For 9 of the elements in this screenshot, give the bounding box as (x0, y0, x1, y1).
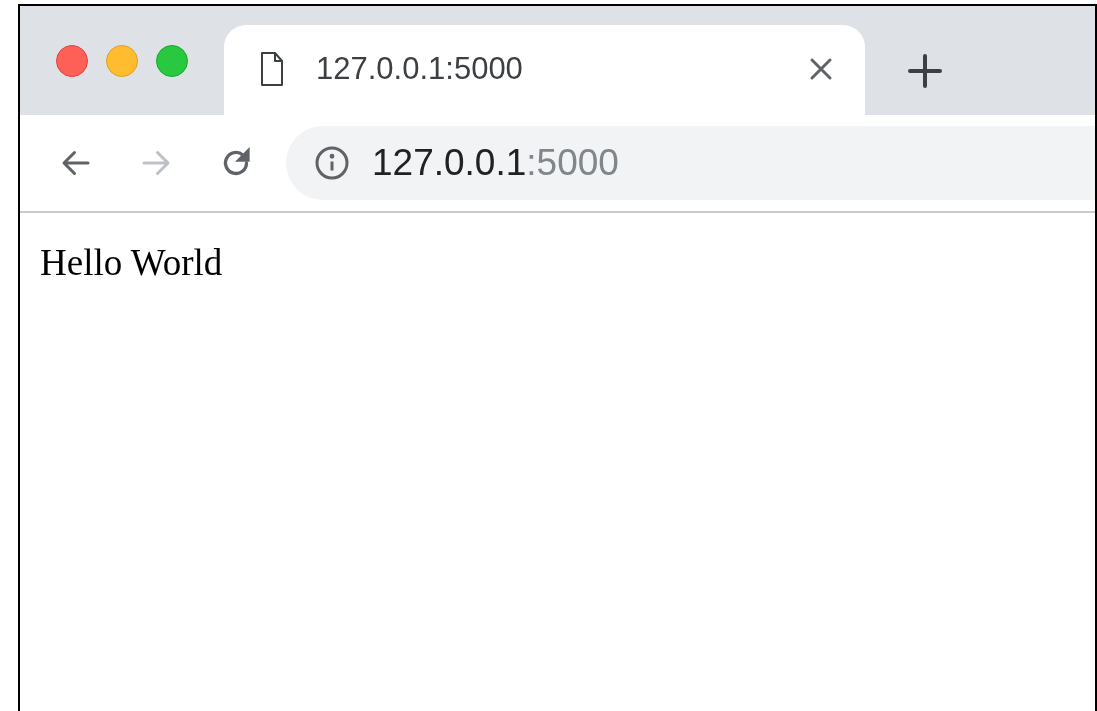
document-icon (260, 51, 284, 87)
new-tab-button[interactable] (905, 51, 945, 91)
address-bar[interactable]: 127.0.0.1:5000 (286, 126, 1095, 200)
info-icon (314, 145, 350, 181)
page-text: Hello World (40, 242, 223, 283)
tab-title: 127.0.0.1:5000 (316, 49, 523, 88)
browser-tab[interactable]: 127.0.0.1:5000 (224, 25, 865, 115)
url-text: 127.0.0.1:5000 (372, 141, 619, 186)
close-window-button[interactable] (56, 44, 88, 77)
